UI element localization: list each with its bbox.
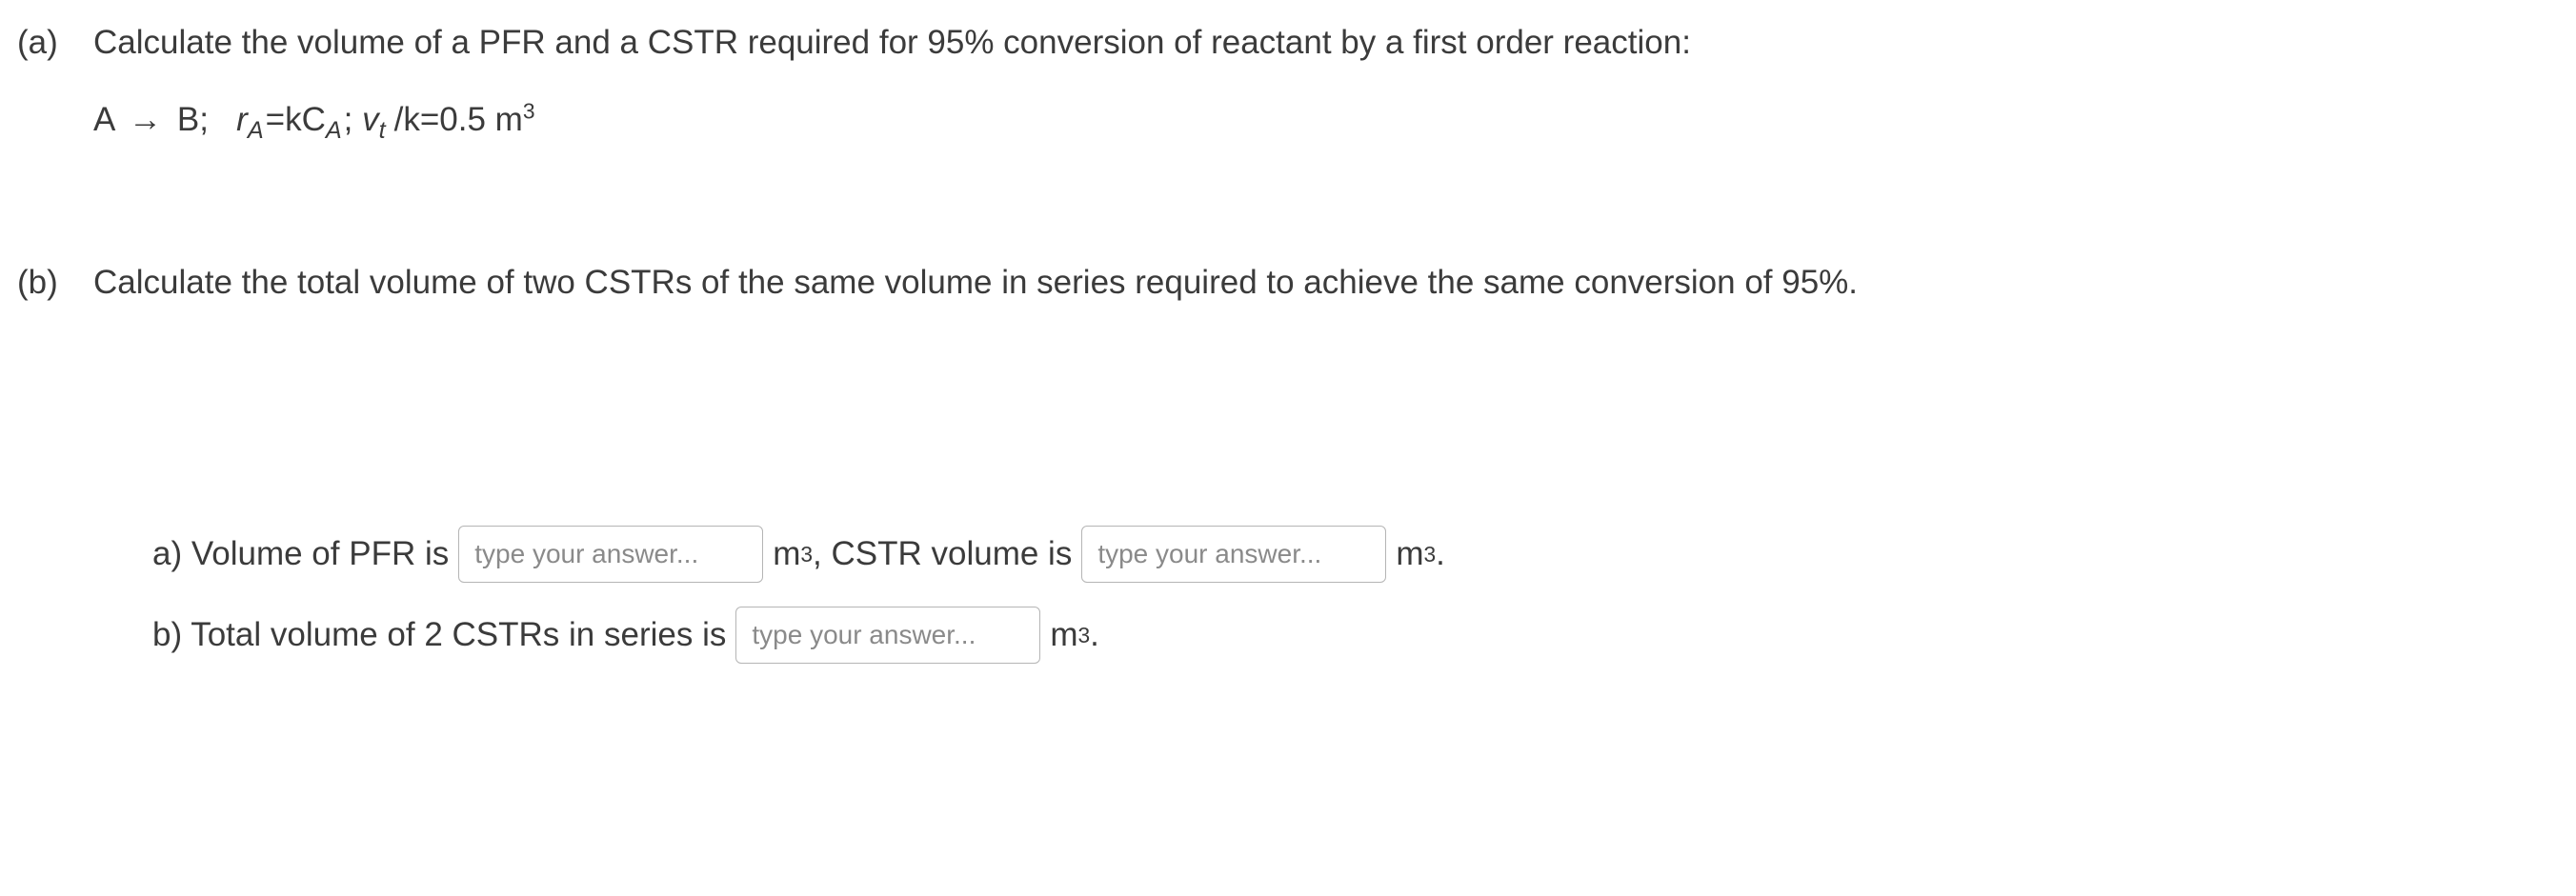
answer-section: a) Volume of PFR is m3, CSTR volume is m… — [152, 526, 2557, 664]
part-a-equation: A → B; rA=kCA; vt /k=0.5 m3 — [93, 96, 2557, 145]
eq-v-sub: t — [379, 117, 394, 144]
eq-B: B; — [177, 101, 209, 138]
unit-period-2: . — [1436, 530, 1445, 579]
eq-r-sub: A — [248, 117, 266, 144]
eq-C-sub: A — [326, 117, 344, 144]
unit-m-3: m — [1050, 611, 1077, 660]
answer-a-mid: , CSTR volume is — [813, 530, 1072, 579]
spacer — [10, 335, 2557, 526]
unit-m-2: m — [1396, 530, 1423, 579]
unit-period-3: . — [1090, 611, 1099, 660]
unit-m-1: m — [773, 530, 800, 579]
eq-semi: ; — [344, 101, 362, 138]
part-a-row: (a) Calculate the volume of a PFR and a … — [10, 19, 2557, 68]
eq-v: v — [362, 101, 379, 138]
eq-space1 — [218, 101, 228, 138]
eq-A: A — [93, 101, 113, 138]
part-b-text: Calculate the total volume of two CSTRs … — [93, 259, 2557, 308]
answer-a-prefix: a) Volume of PFR is — [152, 530, 449, 579]
answer-row-a: a) Volume of PFR is m3, CSTR volume is m… — [152, 526, 2557, 583]
eq-r: r — [236, 101, 248, 138]
part-a-label: (a) — [10, 19, 93, 68]
arrow-icon: → — [123, 96, 168, 145]
answer-row-b: b) Total volume of 2 CSTRs in series is … — [152, 607, 2557, 664]
part-b-label: (b) — [10, 259, 93, 308]
eq-m-exp: 3 — [523, 98, 535, 123]
cstr-volume-input[interactable] — [1081, 526, 1386, 583]
pfr-volume-input[interactable] — [458, 526, 763, 583]
part-b-row: (b) Calculate the total volume of two CS… — [10, 259, 2557, 308]
eq-eqkC: =kC — [266, 101, 326, 138]
eq-overk: /k=0.5 m — [394, 101, 523, 138]
answer-b-prefix: b) Total volume of 2 CSTRs in series is — [152, 611, 726, 660]
two-cstrs-volume-input[interactable] — [735, 607, 1040, 664]
part-a-text: Calculate the volume of a PFR and a CSTR… — [93, 19, 2557, 68]
question-page: (a) Calculate the volume of a PFR and a … — [0, 0, 2576, 707]
